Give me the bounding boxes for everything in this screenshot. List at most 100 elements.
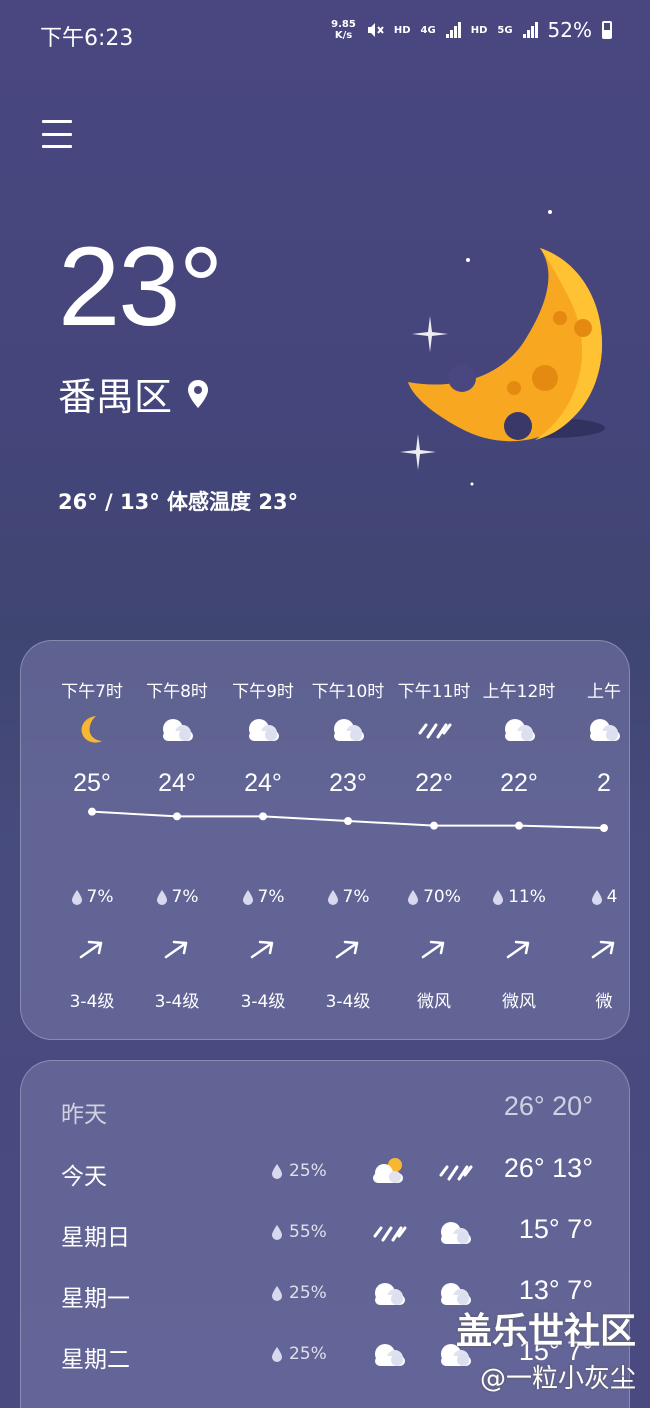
signal-icon: [445, 22, 461, 38]
day-rain-chance: 25%: [271, 1283, 327, 1303]
wind-level: 微风: [502, 992, 536, 1012]
rain-percent: 7%: [342, 887, 370, 907]
day-rain-chance: 25%: [271, 1161, 327, 1181]
wind-level: 3-4级: [240, 992, 286, 1012]
day-temperatures: 26° 20°: [503, 1091, 593, 1121]
raindrop-icon: [272, 1347, 282, 1362]
moon-illustration: [400, 210, 605, 486]
wind-direction-icon: [335, 940, 359, 959]
current-temperature: 23°: [58, 224, 223, 349]
raindrop-icon: [272, 1225, 282, 1240]
cloud-icon: [367, 1277, 409, 1309]
rain-percent: 11%: [508, 887, 546, 907]
battery-icon: [602, 21, 612, 39]
hour-rain-chance: 7%: [49, 887, 135, 907]
status-icons: 9.85 K/s HD 4G HD 5G 52%: [331, 18, 612, 42]
location-name: 番禺区: [58, 375, 173, 419]
rain-percent: 25%: [289, 1161, 327, 1181]
raindrop-icon: [493, 890, 504, 905]
cloud-icon: [582, 713, 626, 747]
hd-label-2: HD: [470, 24, 488, 36]
wind-level: 3-4级: [325, 992, 371, 1012]
hour-time: 下午11时: [397, 682, 471, 702]
day-name: 星期一: [61, 1286, 130, 1312]
hour-rain-chance: 11%: [476, 887, 562, 907]
hour-time: 下午9时: [232, 682, 294, 702]
watermark-author: @一粒小灰尘: [479, 1364, 636, 1394]
wind-level: 微: [595, 992, 613, 1012]
hour-rain-chance: 7%: [305, 887, 391, 907]
day-name: 星期二: [61, 1347, 130, 1373]
raindrop-icon: [591, 890, 602, 905]
cloud-icon: [433, 1216, 475, 1248]
day-temperatures: 26° 13°: [503, 1153, 593, 1183]
hour-time: 上午: [587, 682, 621, 702]
hour-temperature: 24°: [244, 769, 282, 797]
hour-temperature: 23°: [329, 769, 367, 797]
temperature-range: 26° / 13° 体感温度 23°: [58, 490, 299, 514]
wind-direction-icon: [79, 940, 103, 959]
hour-temperature: 22°: [500, 769, 538, 797]
raindrop-icon: [242, 890, 253, 905]
wind-level: 3-4级: [154, 992, 200, 1012]
wind-direction-icon: [164, 940, 188, 959]
wind-level: 微风: [417, 992, 451, 1012]
cloud-icon: [326, 713, 370, 747]
menu-icon[interactable]: [42, 120, 72, 148]
signal-icon-2: [522, 22, 538, 38]
trend-point: [515, 821, 523, 830]
status-bar: 下午6:23 9.85 K/s HD 4G HD 5G 52%: [0, 0, 650, 64]
daily-row[interactable]: 今天 25% 26° 13°: [21, 1153, 629, 1193]
trend-point: [344, 817, 352, 825]
cloud-icon: [497, 713, 541, 747]
hour-temperature: 22°: [415, 769, 453, 797]
wind-direction-icon: [250, 940, 274, 959]
rain-percent: 55%: [289, 1222, 327, 1242]
daily-row[interactable]: 星期日 55% 15° 7°: [21, 1214, 629, 1254]
day-name: 星期日: [61, 1225, 130, 1251]
rain-percent: 7%: [86, 887, 114, 907]
day-rain-chance: 55%: [271, 1222, 327, 1242]
wind-direction-icon: [591, 940, 615, 959]
hour-time: 下午10时: [311, 682, 385, 702]
rain-percent: 4: [606, 887, 618, 907]
raindrop-icon: [71, 890, 82, 905]
moon-icon: [70, 713, 114, 747]
raindrop-icon: [272, 1164, 282, 1179]
trend-point: [88, 807, 96, 816]
rain-percent: 70%: [423, 887, 461, 907]
hour-temperature: 25°: [73, 769, 111, 797]
hourly-forecast-card[interactable]: 下午7时 25° 7% 3-4级 下午8时 24° 7% 3-4级 下午9时 24° 7% 3-4级 下…: [20, 640, 630, 1040]
cloud-icon: [241, 713, 285, 747]
network-type-5g: 5G: [497, 24, 513, 36]
location-pin-icon: [188, 379, 209, 408]
hour-time: 上午12时: [482, 682, 556, 702]
daily-row[interactable]: 昨天 26° 20°: [21, 1091, 629, 1131]
trend-point: [259, 812, 267, 821]
rain-percent: 7%: [257, 887, 285, 907]
cloud-icon: [367, 1338, 409, 1370]
raindrop-icon: [156, 890, 167, 905]
watermark-title: 盖乐世社区: [455, 1311, 636, 1352]
hour-rain-chance: 7%: [134, 887, 220, 907]
hour-rain-chance: 70%: [391, 887, 477, 907]
raindrop-icon: [408, 890, 419, 905]
raindrop-icon: [272, 1286, 282, 1301]
wind-direction-icon: [506, 940, 530, 959]
hd-label: HD: [393, 24, 411, 36]
day-temperatures: 15° 7°: [518, 1214, 593, 1244]
day-name: 昨天: [61, 1102, 107, 1128]
temperature-trend-line: [88, 807, 608, 832]
network-speed: 9.85 K/s: [331, 19, 356, 41]
network-type-4g: 4G: [420, 24, 436, 36]
mute-icon: [367, 23, 384, 37]
hour-time: 下午8时: [146, 682, 208, 702]
rain-percent: 7%: [171, 887, 199, 907]
rain-percent: 25%: [289, 1283, 327, 1303]
trend-point: [430, 821, 438, 830]
partly-cloudy-icon: [367, 1155, 409, 1187]
location[interactable]: 番禺区: [58, 366, 210, 421]
status-time: 下午6:23: [40, 26, 134, 51]
raindrop-icon: [327, 890, 338, 905]
hour-time: 下午7时: [61, 682, 123, 702]
